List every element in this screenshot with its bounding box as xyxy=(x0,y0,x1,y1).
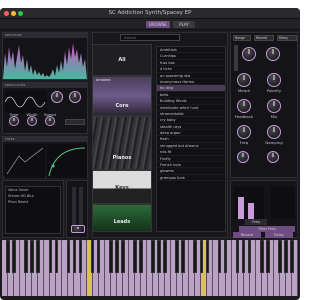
category-keys[interactable]: Keys xyxy=(92,170,152,204)
spectrum-header: SPECTRUM xyxy=(3,33,87,38)
filter-envelope-panel: FILTER xyxy=(2,136,88,178)
preset-row[interactable]: grampas funk xyxy=(157,175,225,182)
black-key[interactable] xyxy=(24,240,28,273)
black-key[interactable] xyxy=(157,240,161,273)
black-key[interactable] xyxy=(247,240,252,273)
preset-browser-list: Ambitiols Curnhips fuss box 4 ticks on space… xyxy=(156,46,226,232)
meters-panel: Freq Filter Freq Reverb Delay xyxy=(230,180,298,238)
black-key[interactable] xyxy=(108,240,113,273)
black-key[interactable] xyxy=(259,240,264,273)
black-key[interactable] xyxy=(193,240,198,273)
top-toolbar: BROWSE PLAY xyxy=(0,19,300,30)
mix-knob[interactable] xyxy=(267,99,281,113)
speed-knob[interactable] xyxy=(45,116,55,126)
black-key[interactable] xyxy=(121,240,125,273)
preset-list-item[interactable]: Phon Resist xyxy=(8,200,28,204)
black-key[interactable] xyxy=(66,240,71,273)
preset-list-item[interactable]: Stereo HD Blur xyxy=(8,194,34,198)
black-key[interactable] xyxy=(163,240,167,273)
preset-list-panel: Value Saver Stereo HD Blur Phon Resist xyxy=(2,180,64,238)
window-title: SC Addiction Synth/Spacey EP xyxy=(108,10,192,16)
black-key[interactable] xyxy=(278,240,282,273)
effects-panel: Range Reverb Delay Morph Polarity Feedba… xyxy=(230,32,298,178)
black-key[interactable] xyxy=(6,240,10,273)
lfo-wave-display xyxy=(5,91,47,113)
freq-toggle[interactable]: Freq xyxy=(245,219,267,225)
black-key[interactable] xyxy=(114,240,119,273)
level-meter-panel xyxy=(66,180,88,238)
modulation-panel: MODULATION Tone Width Speed xyxy=(2,82,88,134)
black-key[interactable] xyxy=(72,240,77,273)
level-fader[interactable] xyxy=(71,225,85,233)
filter-header: FILTER xyxy=(3,137,87,142)
feedback-label: Feedback xyxy=(234,114,254,119)
black-key[interactable] xyxy=(235,240,240,273)
mod-value-box[interactable] xyxy=(65,119,85,125)
width-knob[interactable] xyxy=(27,116,37,126)
black-key[interactable] xyxy=(181,240,186,273)
black-key[interactable] xyxy=(96,240,101,273)
damping-label: Damping xyxy=(265,140,283,145)
freq-label: Freq xyxy=(239,140,249,145)
piano-keyboard xyxy=(2,240,298,296)
black-key[interactable] xyxy=(54,240,59,273)
black-key[interactable] xyxy=(36,240,41,273)
knob-b[interactable] xyxy=(266,47,280,61)
black-key[interactable] xyxy=(265,240,270,273)
black-key[interactable] xyxy=(30,240,34,273)
filter-curve-display xyxy=(5,144,45,178)
feedback-knob[interactable] xyxy=(237,99,251,113)
knob-a[interactable] xyxy=(242,47,256,61)
black-key[interactable] xyxy=(199,240,204,273)
modulation-header: MODULATION xyxy=(3,83,87,88)
category-all[interactable]: All xyxy=(92,44,152,76)
range-slider[interactable] xyxy=(234,45,238,71)
envelope-display xyxy=(47,144,87,178)
tone-knob[interactable] xyxy=(9,116,19,126)
black-key[interactable] xyxy=(175,240,179,273)
black-key[interactable] xyxy=(12,240,16,273)
search-input[interactable] xyxy=(120,34,180,41)
title-bar: SC Addiction Synth/Spacey EP xyxy=(0,8,300,19)
black-key[interactable] xyxy=(223,240,228,273)
black-key[interactable] xyxy=(217,240,222,273)
black-key[interactable] xyxy=(78,240,83,273)
preset-list-item[interactable]: Value Saver xyxy=(8,188,29,192)
black-key[interactable] xyxy=(290,240,294,273)
black-key[interactable] xyxy=(139,240,143,273)
range-select[interactable]: Range xyxy=(233,35,251,41)
category-leads[interactable]: Leads xyxy=(92,204,152,232)
app-window: SC Addiction Synth/Spacey EP BROWSE PLAY… xyxy=(0,8,300,300)
speed-label: Speed xyxy=(44,112,56,117)
morph-knob[interactable] xyxy=(237,73,251,87)
browse-button[interactable]: BROWSE xyxy=(146,21,170,28)
damping-knob[interactable] xyxy=(267,125,281,139)
morph-label: Morph xyxy=(238,88,250,93)
black-key[interactable] xyxy=(284,240,288,273)
reverb-select[interactable]: Reverb xyxy=(254,35,274,41)
spectrum-display xyxy=(3,43,87,79)
spectrum-panel: SPECTRUM xyxy=(2,32,88,80)
black-key[interactable] xyxy=(90,240,95,273)
knob-c[interactable] xyxy=(237,151,249,163)
freq-knob[interactable] xyxy=(237,125,251,139)
play-button[interactable]: PLAY xyxy=(173,21,195,28)
black-key[interactable] xyxy=(241,240,246,273)
black-key[interactable] xyxy=(151,240,155,273)
black-key[interactable] xyxy=(133,240,137,273)
delay-toggle[interactable]: Delay xyxy=(265,232,293,238)
polarity-knob[interactable] xyxy=(267,73,281,87)
black-key[interactable] xyxy=(48,240,53,273)
meter-display xyxy=(234,187,264,219)
knob-d[interactable] xyxy=(267,151,279,163)
category-pianos[interactable]: Pianos xyxy=(92,116,152,170)
reverb-toggle[interactable]: Reverb xyxy=(233,232,261,238)
lfo-rate-knob[interactable] xyxy=(51,91,63,103)
lfo-depth-knob[interactable] xyxy=(69,91,81,103)
black-key[interactable] xyxy=(205,240,210,273)
category-ambient[interactable]: Ambient Core xyxy=(92,76,152,116)
mix-label: Mix xyxy=(270,114,278,119)
delay-select[interactable]: Delay xyxy=(277,35,297,41)
polarity-label: Polarity xyxy=(266,88,282,93)
